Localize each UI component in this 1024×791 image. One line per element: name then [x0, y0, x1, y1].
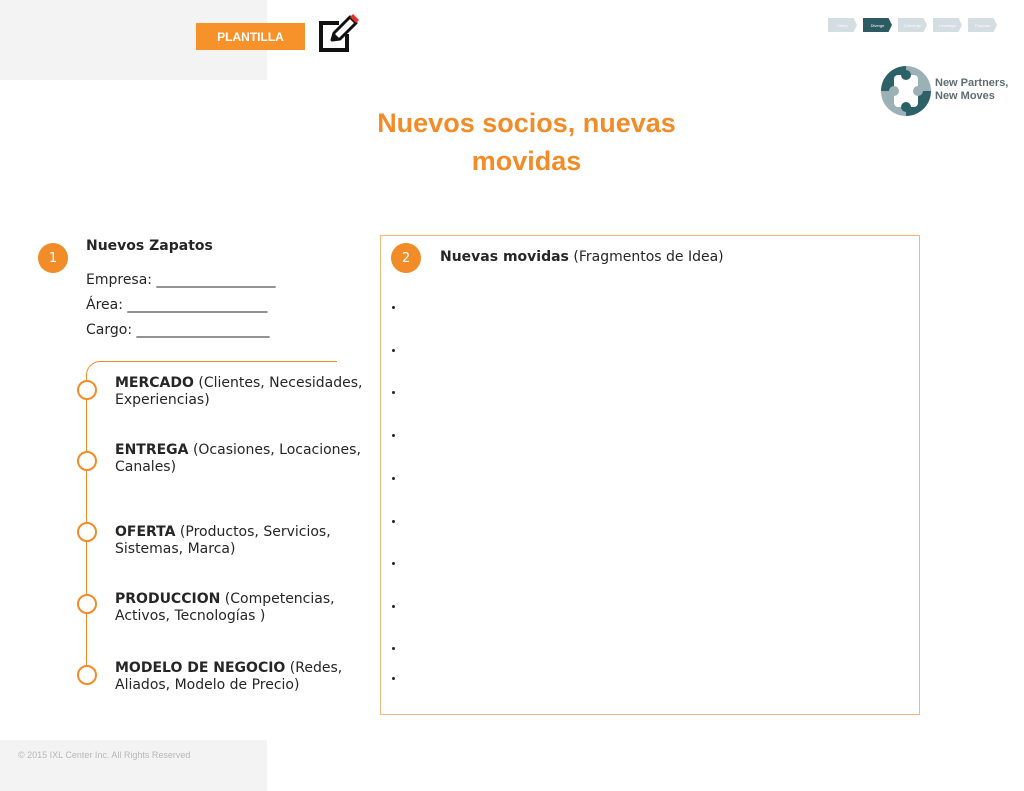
idea-bullet [391, 348, 397, 354]
step-label: OFERTA [115, 524, 176, 540]
idea-bullet [391, 646, 397, 652]
copyright-footer: © 2015 IXL Center Inc. All Rights Reserv… [18, 750, 191, 760]
brand-line-1: New Partners, [935, 77, 1009, 89]
step-entrega: ENTREGA (Ocasiones, Locaciones, Canales) [115, 442, 365, 476]
nav-step-converge: Converge [898, 18, 927, 32]
step-produccion: PRODUCCION (Competencias, Activos, Tecno… [115, 591, 365, 625]
edit-icon [319, 14, 359, 52]
idea-bullet [391, 305, 397, 311]
section-2-heading-bold: Nuevas movidas [440, 249, 569, 265]
nav-step-leverage: Leverage [933, 18, 962, 32]
section-2-number: 2 [391, 243, 421, 273]
idea-bullet [391, 561, 397, 567]
idea-bullet [391, 676, 397, 682]
step-label: PRODUCCION [115, 591, 221, 607]
idea-bullet [391, 390, 397, 396]
page-title: Nuevos socios, nuevas movidas [370, 104, 683, 180]
step-label: ENTREGA [115, 442, 189, 458]
area-field: Área: ____________________ [86, 297, 268, 313]
step-mercado: MERCADO (Clientes, Necesidades, Experien… [115, 375, 365, 409]
idea-bullet [391, 433, 397, 439]
process-nav: Setup Diverge Converge Leverage Propose [828, 18, 997, 32]
section-1-number: 1 [38, 243, 68, 273]
timeline-ring [77, 522, 97, 542]
nav-step-diverge: Diverge [863, 18, 892, 32]
idea-bullet [391, 519, 397, 525]
timeline-ring [77, 665, 97, 685]
cargo-field: Cargo: ___________________ [86, 322, 270, 338]
idea-bullet [391, 604, 397, 610]
step-oferta: OFERTA (Productos, Servicios, Sistemas, … [115, 524, 365, 558]
timeline-ring [77, 380, 97, 400]
timeline-ring [77, 451, 97, 471]
empresa-field: Empresa: _________________ [86, 272, 276, 288]
title-line-1: Nuevos socios, nuevas [377, 108, 676, 138]
puzzle-logo-icon [881, 66, 931, 116]
section-1-heading: Nuevos Zapatos [86, 238, 213, 254]
section-2-heading: Nuevas movidas (Fragmentos de Idea) [440, 249, 724, 265]
step-label: MODELO DE NEGOCIO [115, 660, 286, 676]
idea-bullet [391, 476, 397, 482]
ideas-box [380, 235, 920, 715]
brand-line-2: New Moves [935, 90, 995, 102]
title-line-2: movidas [471, 146, 582, 176]
timeline-ring [77, 594, 97, 614]
step-modelo-negocio: MODELO DE NEGOCIO (Redes, Aliados, Model… [115, 660, 365, 694]
brand-text: New Partners, New Moves [935, 77, 1008, 103]
nav-step-propose: Propose [968, 18, 997, 32]
section-2-heading-rest: (Fragmentos de Idea) [568, 249, 724, 265]
nav-step-setup: Setup [828, 18, 857, 32]
step-label: MERCADO [115, 375, 194, 391]
bottom-left-panel [0, 740, 267, 791]
timeline-line [86, 361, 337, 682]
template-tag: PLANTILLA [196, 23, 305, 50]
